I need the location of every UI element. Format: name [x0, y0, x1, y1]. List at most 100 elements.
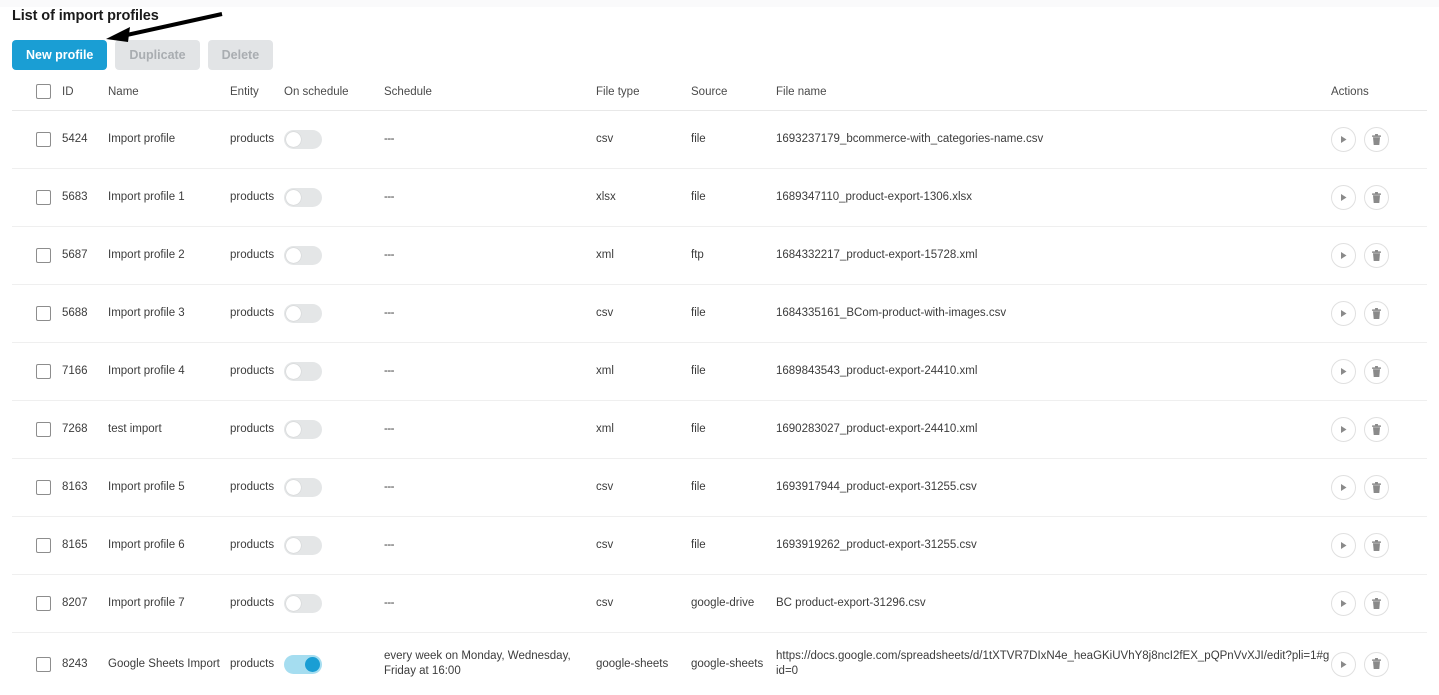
column-header-schedule: Schedule	[384, 84, 596, 111]
table-row: 5424Import profileproducts---csvfile1693…	[12, 111, 1427, 169]
play-icon	[1339, 660, 1348, 669]
on-schedule-toggle[interactable]	[284, 362, 322, 381]
delete-profile-button[interactable]	[1364, 417, 1389, 442]
toggle-knob	[305, 657, 320, 672]
play-icon	[1339, 483, 1348, 492]
run-profile-button[interactable]	[1331, 475, 1356, 500]
run-profile-button[interactable]	[1331, 243, 1356, 268]
run-profile-button[interactable]	[1331, 359, 1356, 384]
cell-entity: products	[230, 575, 284, 633]
on-schedule-toggle[interactable]	[284, 655, 322, 674]
cell-id: 8163	[62, 459, 108, 517]
cell-actions	[1331, 169, 1427, 227]
row-checkbox[interactable]	[36, 422, 51, 437]
cell-file-name: 1693919262_product-export-31255.csv	[776, 517, 1331, 575]
row-checkbox[interactable]	[36, 306, 51, 321]
cell-source: file	[691, 169, 776, 227]
cell-file-name: 1693237179_bcommerce-with_categories-nam…	[776, 111, 1331, 169]
trash-icon	[1371, 658, 1382, 670]
delete-profile-button[interactable]	[1364, 127, 1389, 152]
cell-name: Import profile 5	[108, 459, 230, 517]
run-profile-button[interactable]	[1331, 533, 1356, 558]
new-profile-button[interactable]: New profile	[12, 40, 107, 70]
row-checkbox[interactable]	[36, 190, 51, 205]
trash-icon	[1371, 250, 1382, 262]
cell-on-schedule	[284, 459, 384, 517]
on-schedule-toggle[interactable]	[284, 478, 322, 497]
row-checkbox[interactable]	[36, 248, 51, 263]
row-select-cell	[12, 169, 62, 227]
delete-profile-button[interactable]	[1364, 301, 1389, 326]
table-row: 7166Import profile 4products---xmlfile16…	[12, 343, 1427, 401]
cell-name: test import	[108, 401, 230, 459]
table-row: 5687Import profile 2products---xmlftp168…	[12, 227, 1427, 285]
cell-entity: products	[230, 227, 284, 285]
play-icon	[1339, 309, 1348, 318]
duplicate-button[interactable]: Duplicate	[115, 40, 199, 70]
play-icon	[1339, 193, 1348, 202]
delete-profile-button[interactable]	[1364, 652, 1389, 677]
on-schedule-toggle[interactable]	[284, 130, 322, 149]
cell-schedule: every week on Monday, Wednesday, Friday …	[384, 633, 596, 695]
cell-id: 8243	[62, 633, 108, 695]
cell-schedule: ---	[384, 285, 596, 343]
cell-id: 8165	[62, 517, 108, 575]
delete-profile-button[interactable]	[1364, 533, 1389, 558]
cell-id: 5688	[62, 285, 108, 343]
on-schedule-toggle[interactable]	[284, 536, 322, 555]
row-checkbox[interactable]	[36, 596, 51, 611]
cell-file-name: 1684332217_product-export-15728.xml	[776, 227, 1331, 285]
run-profile-button[interactable]	[1331, 417, 1356, 442]
row-checkbox[interactable]	[36, 538, 51, 553]
cell-name: Import profile 4	[108, 343, 230, 401]
row-checkbox[interactable]	[36, 132, 51, 147]
select-all-checkbox[interactable]	[36, 84, 51, 99]
cell-actions	[1331, 227, 1427, 285]
row-select-cell	[12, 285, 62, 343]
run-profile-button[interactable]	[1331, 591, 1356, 616]
row-checkbox[interactable]	[36, 657, 51, 672]
on-schedule-toggle[interactable]	[284, 420, 322, 439]
cell-on-schedule	[284, 285, 384, 343]
cell-schedule: ---	[384, 459, 596, 517]
cell-id: 5687	[62, 227, 108, 285]
cell-id: 8207	[62, 575, 108, 633]
column-header-select-all	[12, 84, 62, 111]
play-icon	[1339, 425, 1348, 434]
cell-source: google-sheets	[691, 633, 776, 695]
cell-file-name: 1690283027_product-export-24410.xml	[776, 401, 1331, 459]
run-profile-button[interactable]	[1331, 652, 1356, 677]
delete-profile-button[interactable]	[1364, 243, 1389, 268]
cell-source: file	[691, 285, 776, 343]
run-profile-button[interactable]	[1331, 301, 1356, 326]
delete-profile-button[interactable]	[1364, 359, 1389, 384]
cell-schedule: ---	[384, 401, 596, 459]
run-profile-button[interactable]	[1331, 185, 1356, 210]
delete-profile-button[interactable]	[1364, 185, 1389, 210]
toggle-knob	[286, 538, 301, 553]
on-schedule-toggle[interactable]	[284, 188, 322, 207]
on-schedule-toggle[interactable]	[284, 246, 322, 265]
row-checkbox[interactable]	[36, 480, 51, 495]
toggle-knob	[286, 306, 301, 321]
column-header-name: Name	[108, 84, 230, 111]
cell-on-schedule	[284, 169, 384, 227]
delete-profile-button[interactable]	[1364, 591, 1389, 616]
cell-entity: products	[230, 343, 284, 401]
cell-entity: products	[230, 517, 284, 575]
cell-on-schedule	[284, 401, 384, 459]
toggle-knob	[286, 480, 301, 495]
row-checkbox[interactable]	[36, 364, 51, 379]
on-schedule-toggle[interactable]	[284, 304, 322, 323]
cell-name: Import profile 7	[108, 575, 230, 633]
run-profile-button[interactable]	[1331, 127, 1356, 152]
cell-source: file	[691, 343, 776, 401]
on-schedule-toggle[interactable]	[284, 594, 322, 613]
delete-button[interactable]: Delete	[208, 40, 274, 70]
cell-file-name: BC product-export-31296.csv	[776, 575, 1331, 633]
cell-file-type: csv	[596, 285, 691, 343]
cell-file-name: 1684335161_BCom-product-with-images.csv	[776, 285, 1331, 343]
cell-actions	[1331, 111, 1427, 169]
delete-profile-button[interactable]	[1364, 475, 1389, 500]
row-select-cell	[12, 343, 62, 401]
